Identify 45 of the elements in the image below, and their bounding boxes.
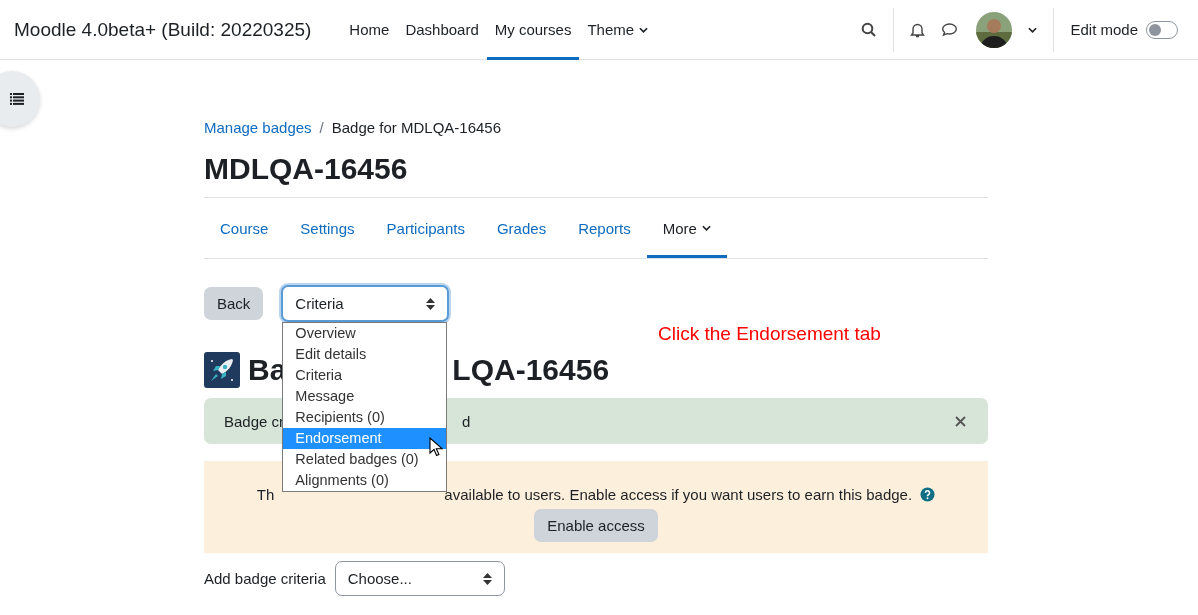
caret-icon[interactable] [1028, 26, 1038, 33]
option-item[interactable]: Message [283, 386, 447, 407]
help-icon[interactable] [920, 487, 936, 502]
bell-icon[interactable] [910, 21, 926, 38]
breadcrumb-current: Badge for MDLQA-16456 [331, 119, 502, 136]
course-tab[interactable]: Course [204, 198, 285, 258]
breadcrumb-link[interactable]: Manage badges [204, 119, 312, 136]
nav-link[interactable]: Dashboard [397, 0, 487, 60]
nav-link[interactable]: Home [341, 0, 398, 60]
page-title: MDLQA-16456 [204, 151, 409, 187]
badge-heading: LQA-16456 [452, 353, 610, 387]
drawer-toggle-button[interactable] [0, 71, 40, 127]
course-tab[interactable]: Participants [370, 198, 481, 258]
nav-link[interactable]: Theme [579, 0, 657, 60]
option-item[interactable]: Overview [283, 323, 447, 344]
sort-icon [426, 297, 436, 310]
edit-mode-label: Edit mode [1070, 21, 1138, 38]
list-icon [10, 93, 24, 105]
enable-access-button[interactable]: Enable access [534, 509, 658, 542]
criteria-label: Add badge criteria [204, 570, 326, 587]
course-tab[interactable]: Grades [480, 198, 563, 258]
alert-text: d [462, 412, 471, 430]
criteria-select[interactable]: Choose... [334, 561, 505, 596]
warning-text: Th [256, 486, 275, 503]
search-icon[interactable] [861, 21, 878, 38]
back-button[interactable]: Back [204, 287, 264, 320]
option-item[interactable]: Criteria [283, 365, 447, 386]
course-tab[interactable]: Reports [562, 198, 647, 258]
rocket-icon [204, 352, 240, 388]
option-item[interactable]: Edit details [283, 344, 447, 365]
annotation-text: Click the Endorsement tab [658, 323, 881, 345]
warning-text: available to users. Enable access if you want users to earn this badge. [444, 486, 913, 503]
cursor-icon [429, 437, 444, 457]
page-select[interactable]: Criteria [281, 285, 450, 322]
option-item[interactable]: Alignments (0) [283, 470, 447, 491]
close-icon[interactable] [955, 416, 966, 427]
course-tab[interactable]: Settings [284, 198, 371, 258]
option-item[interactable]: Recipients (0) [283, 407, 447, 428]
nav-link[interactable]: My courses [486, 0, 580, 60]
course-tab[interactable]: More [646, 198, 727, 258]
site-name[interactable]: Moodle 4.0beta+ (Build: 20220325) [14, 18, 312, 41]
sort-icon [482, 572, 492, 585]
option-item[interactable]: Related badges (0) [283, 449, 447, 470]
breadcrumb-separator: / [319, 119, 324, 136]
chat-icon[interactable] [941, 22, 959, 37]
